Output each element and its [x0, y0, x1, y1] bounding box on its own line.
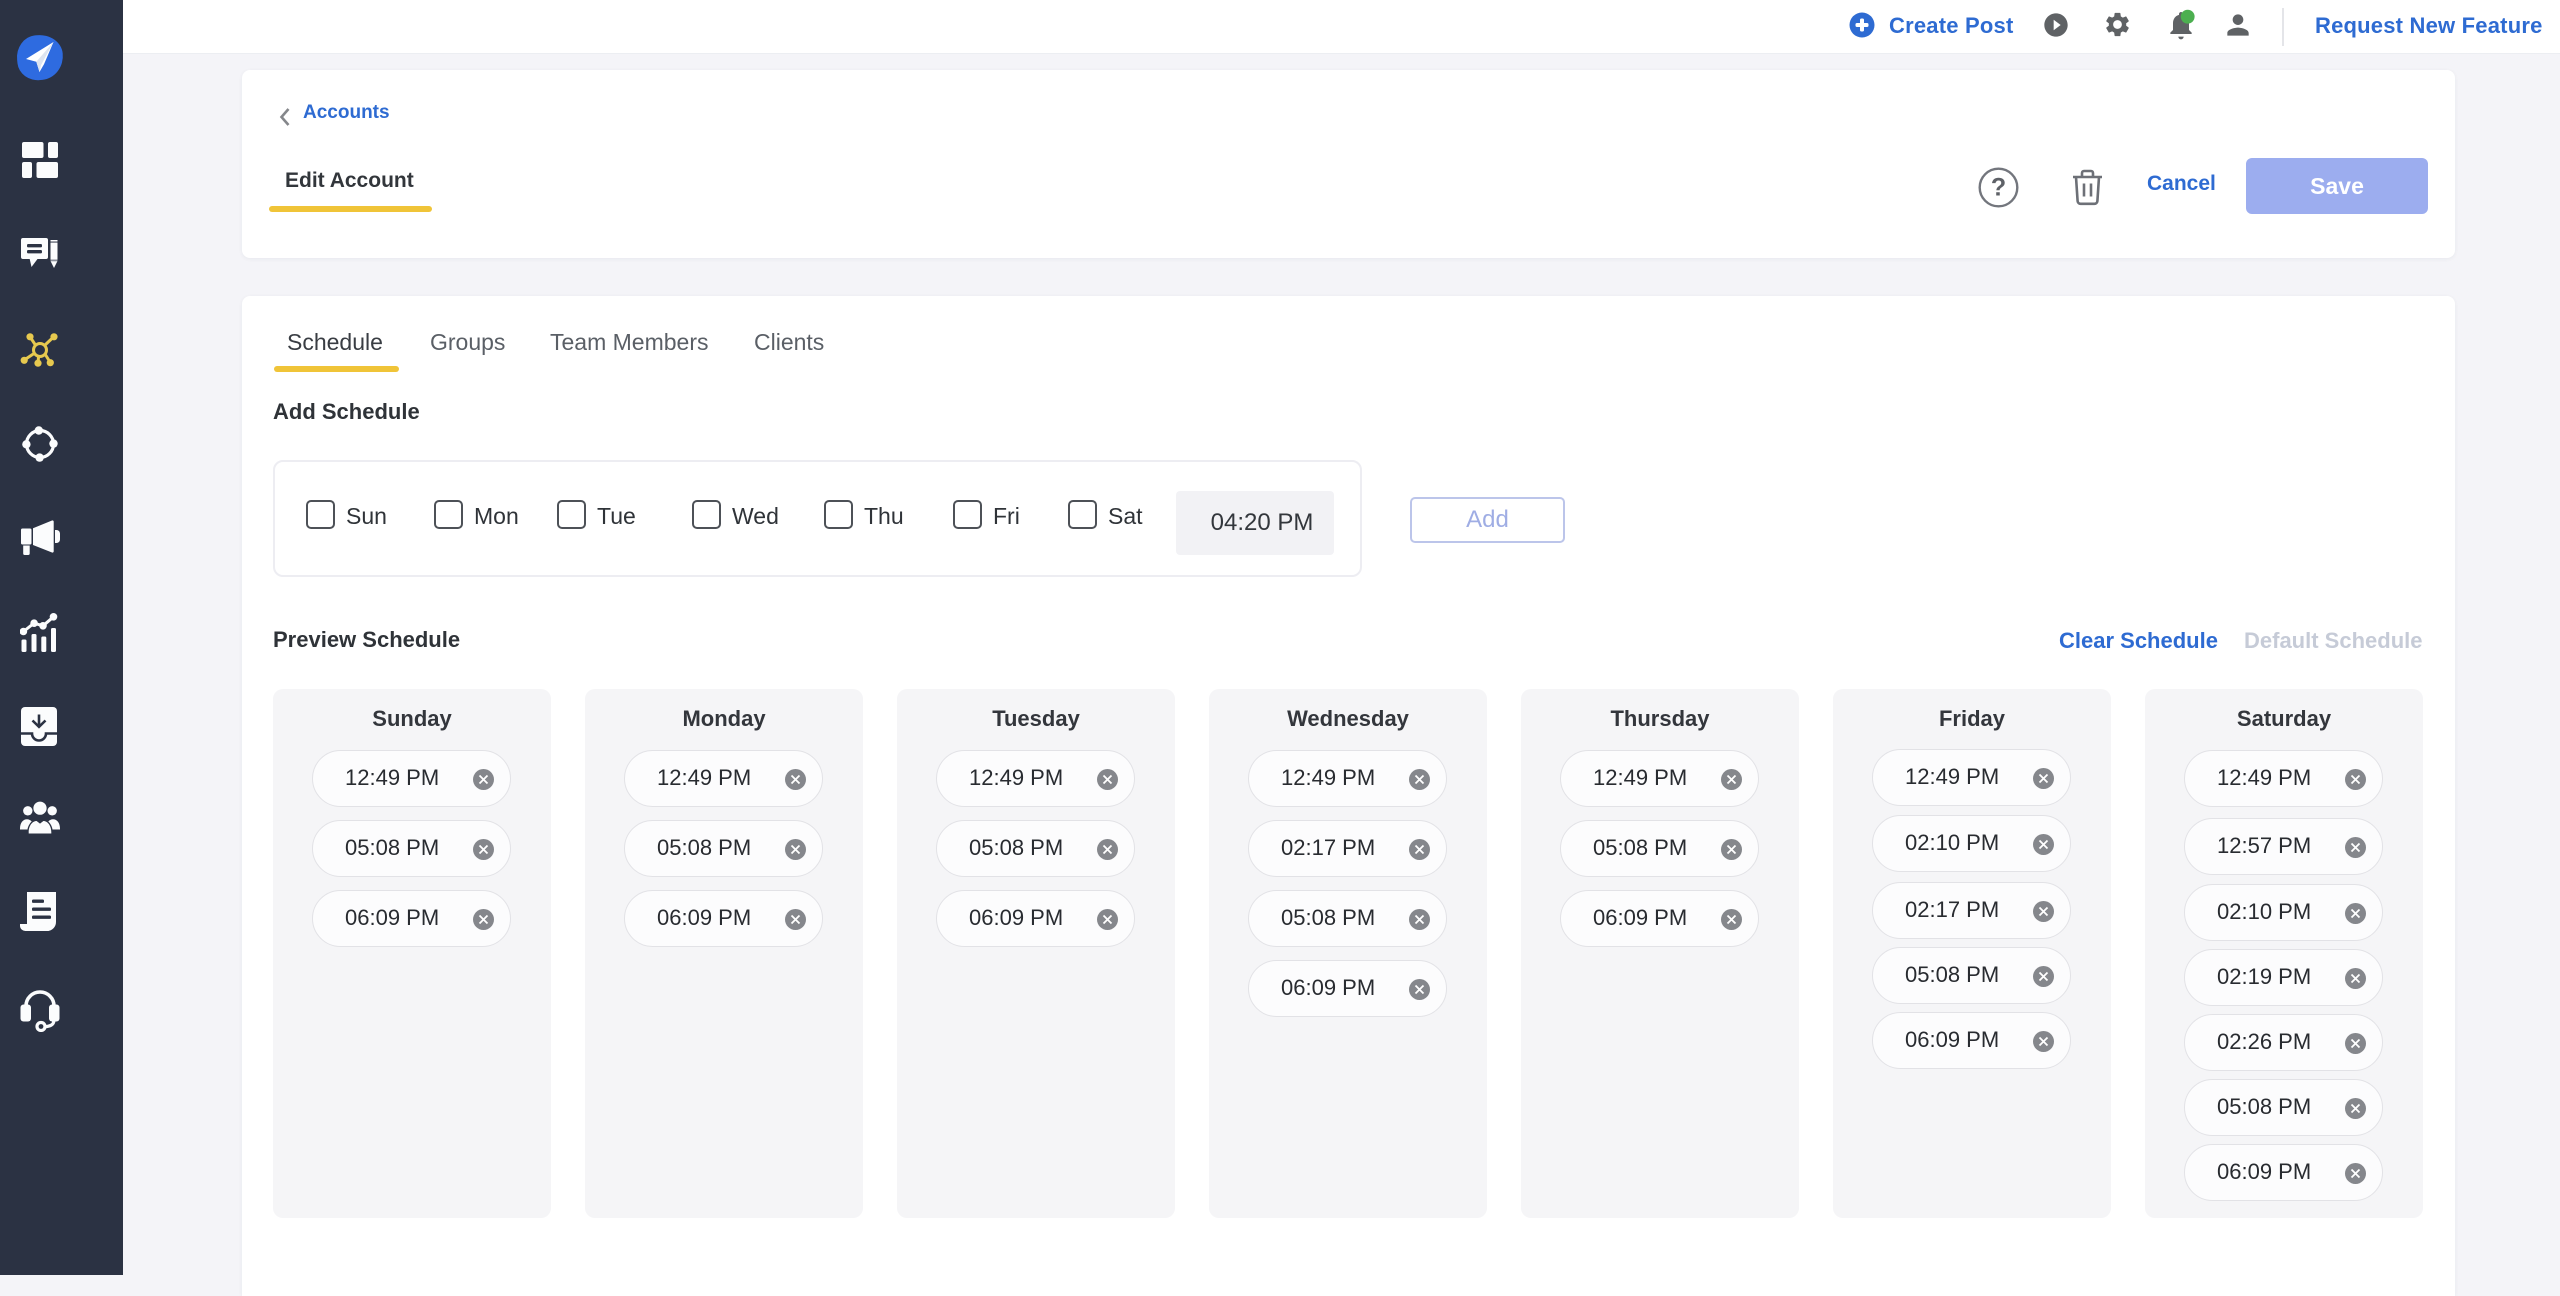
svg-text:?: ? [1991, 174, 2006, 202]
